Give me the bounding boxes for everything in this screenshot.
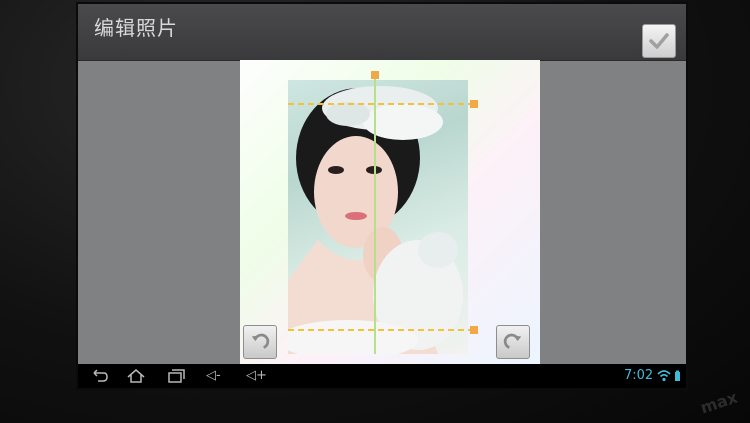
- back-button[interactable]: [88, 367, 108, 385]
- done-button[interactable]: [642, 24, 676, 58]
- rotate-right-button[interactable]: [496, 325, 530, 359]
- action-bar: 编辑照片: [78, 4, 686, 61]
- system-nav-bar: ◁- ◁+ 7:02: [78, 364, 686, 388]
- battery-icon: [675, 372, 680, 381]
- recent-apps-icon: [168, 369, 185, 383]
- portrait-image: [288, 86, 463, 354]
- back-icon: [93, 369, 108, 382]
- rotate-left-button[interactable]: [243, 325, 277, 359]
- crop-guide-bottom[interactable]: [288, 329, 474, 331]
- home-button[interactable]: [126, 367, 146, 385]
- volume-down-button[interactable]: ◁-: [206, 367, 221, 385]
- editor-area: [78, 60, 686, 365]
- rotate-right-icon: [503, 333, 522, 349]
- crop-handle-top[interactable]: [371, 71, 379, 79]
- home-icon: [127, 369, 145, 383]
- recent-apps-button[interactable]: [166, 367, 186, 385]
- photo-preview[interactable]: [288, 80, 468, 354]
- checkmark-icon: [649, 33, 669, 49]
- rotate-left-icon: [251, 333, 270, 349]
- crop-handle-top-right[interactable]: [470, 100, 478, 108]
- crop-guide-vertical[interactable]: [374, 74, 376, 354]
- crop-guide-top[interactable]: [288, 103, 474, 105]
- screen: 编辑照片 ◁- ◁+ 7:02: [78, 4, 686, 388]
- status-clock: 7:02: [624, 368, 654, 383]
- page-title: 编辑照片: [94, 16, 178, 40]
- crop-handle-bottom-right[interactable]: [470, 326, 478, 334]
- volume-up-button[interactable]: ◁+: [246, 367, 267, 385]
- wifi-icon: [657, 370, 680, 382]
- photo-canvas: [240, 60, 540, 365]
